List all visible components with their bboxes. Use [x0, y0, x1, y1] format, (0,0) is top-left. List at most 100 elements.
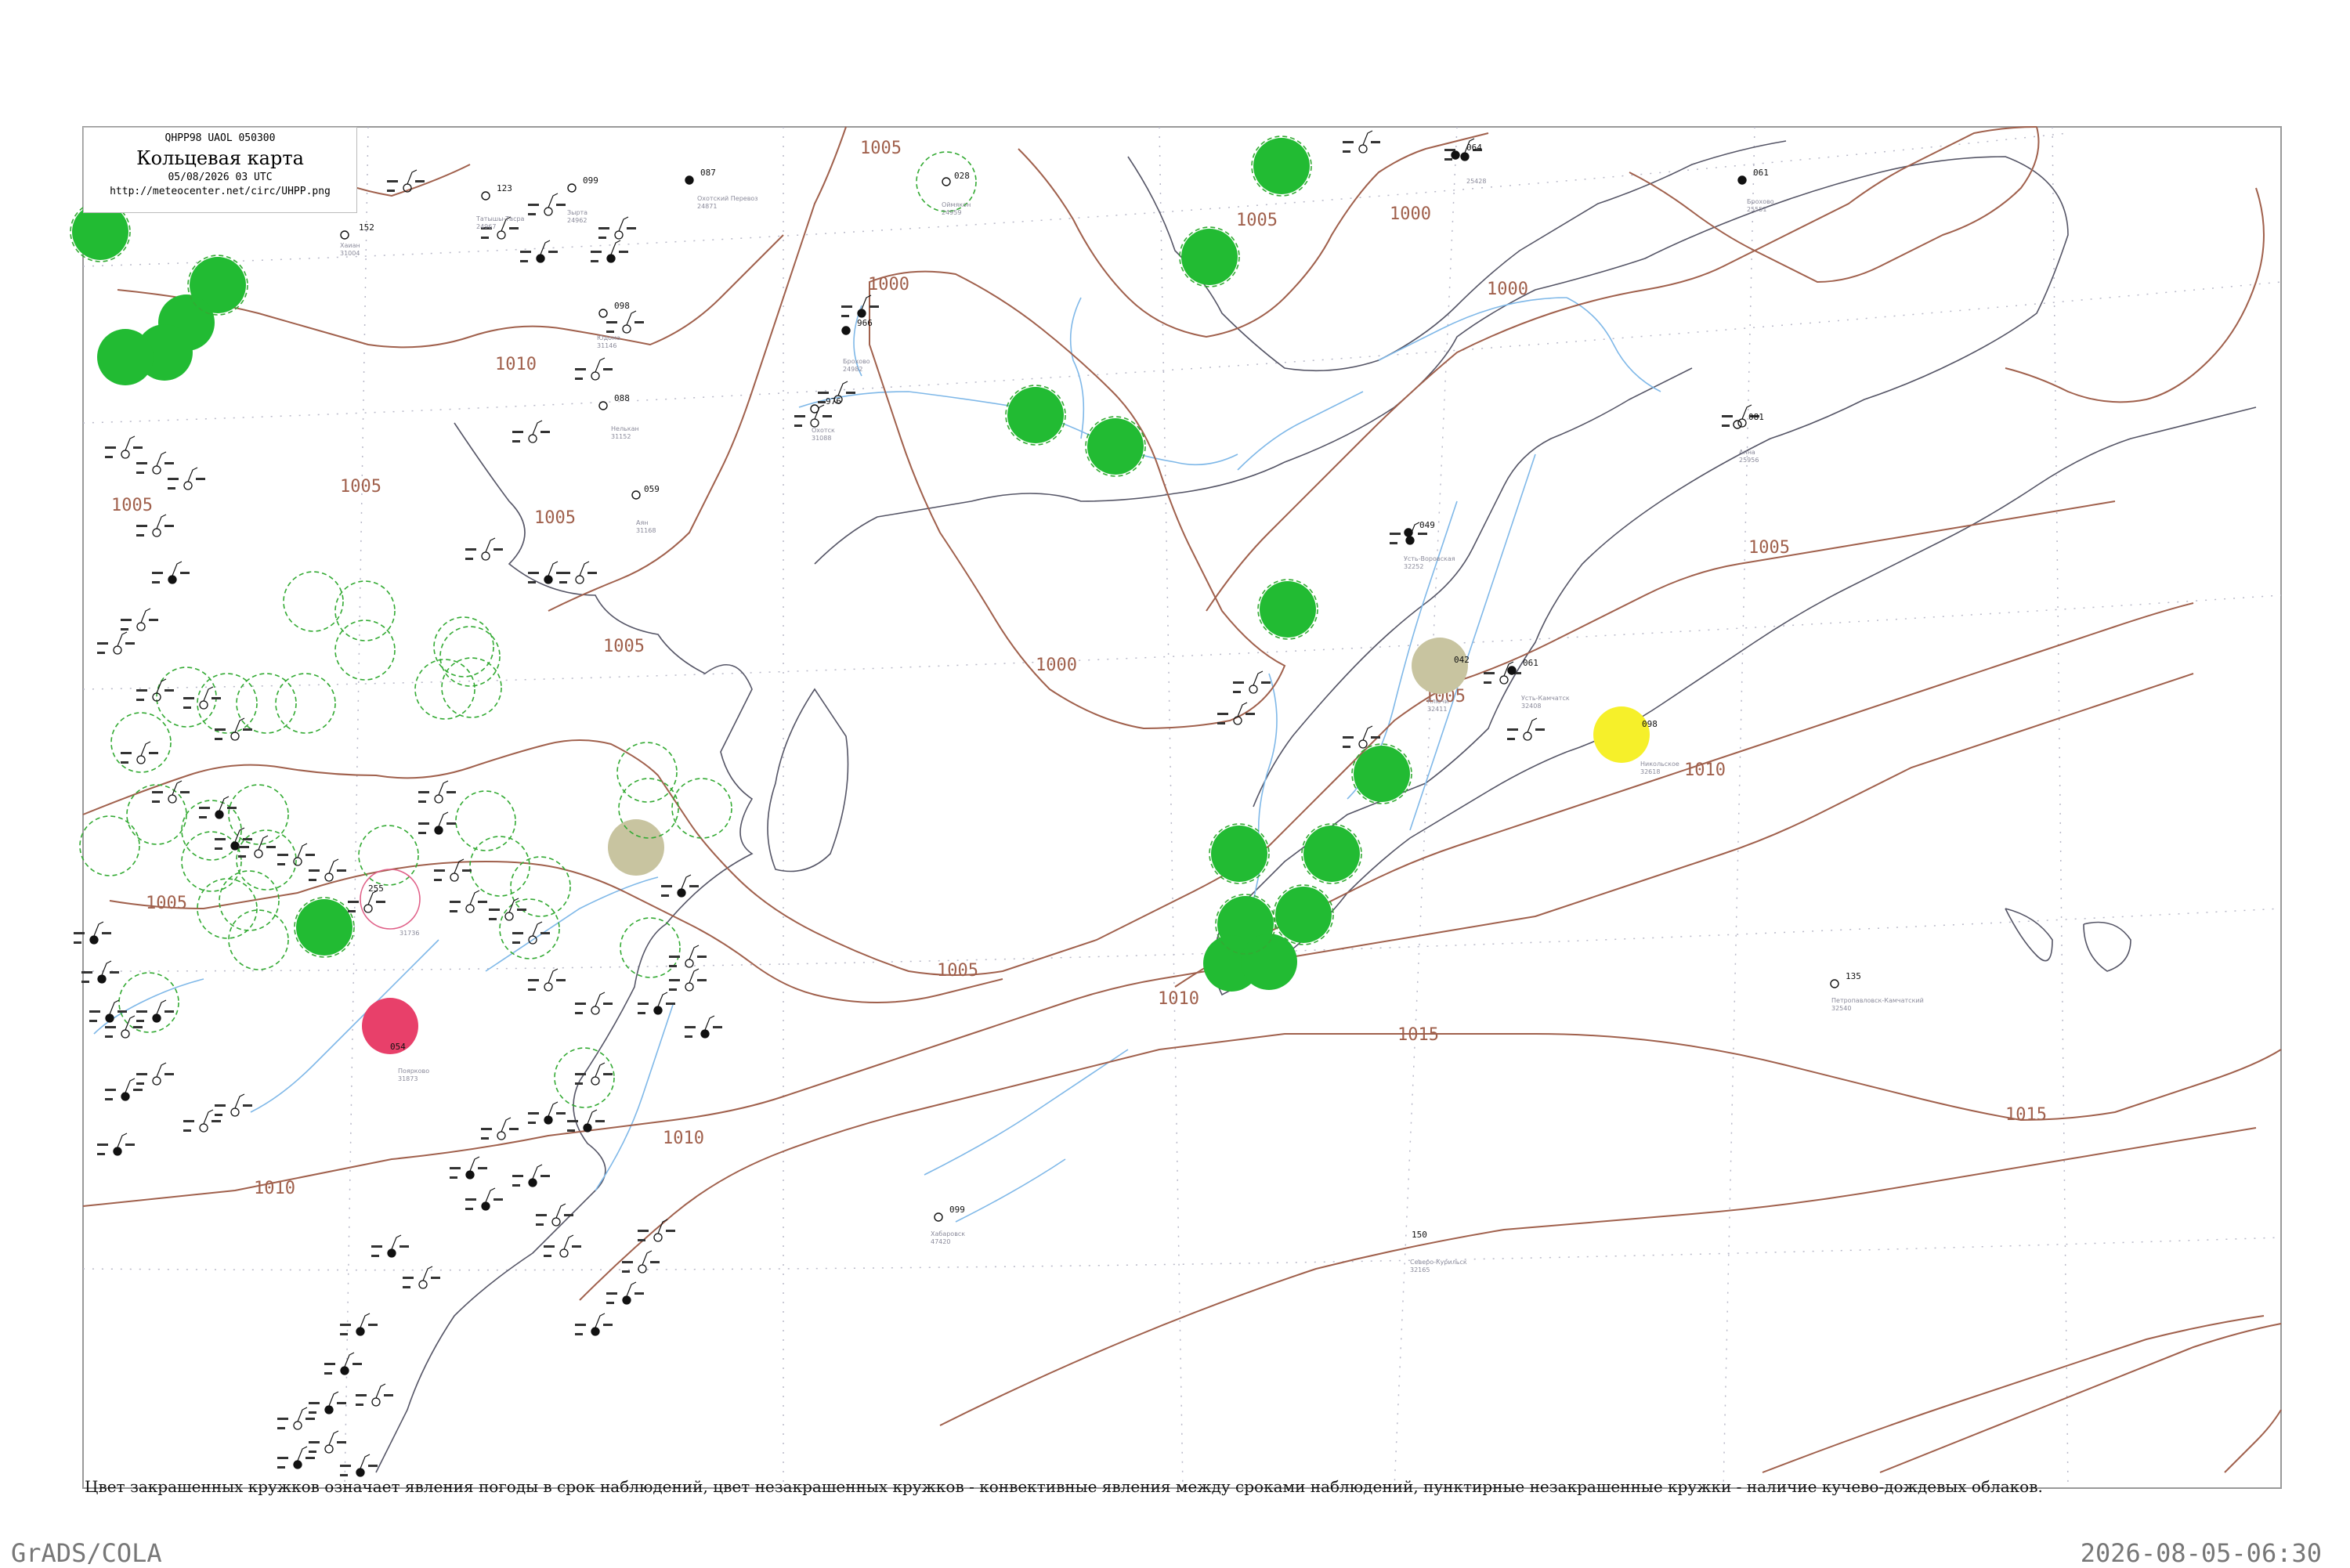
value-tick	[348, 901, 359, 903]
station-plot-glyph	[136, 1062, 174, 1086]
value-tick	[450, 901, 461, 903]
cumulonimbus-ring	[455, 790, 516, 851]
station-plot-glyph	[309, 858, 346, 882]
value-tick	[465, 558, 473, 560]
value-tick	[356, 1404, 363, 1406]
station-name: Охотский Перевоз	[697, 195, 758, 202]
value-tick	[164, 1073, 174, 1075]
station-plot-glyph	[1233, 670, 1271, 694]
value-tick	[598, 237, 606, 239]
value-tick	[1507, 738, 1515, 740]
value-tick	[1343, 746, 1350, 748]
cloud-cover-symbol	[528, 434, 537, 443]
value-tick	[136, 534, 144, 537]
value-tick	[517, 909, 526, 911]
cloud-cover-symbol	[152, 465, 161, 475]
value-tick	[478, 1167, 487, 1169]
value-tick	[536, 1223, 544, 1226]
value-tick	[528, 988, 536, 991]
cloud-cover-symbol	[1405, 536, 1415, 545]
station-plot-glyph	[324, 1352, 362, 1375]
value-tick	[371, 1245, 382, 1248]
cloud-cover-symbol	[1499, 675, 1509, 685]
value-tick	[243, 728, 252, 731]
station-plot-glyph	[528, 968, 566, 992]
value-tick	[512, 941, 520, 944]
value-tick	[794, 415, 805, 417]
value-tick	[512, 1175, 523, 1177]
isobar-label: 1005	[111, 496, 153, 515]
station-plot-glyph	[450, 1156, 487, 1180]
station-number: 24871	[697, 203, 717, 210]
station-plot-glyph	[1343, 725, 1380, 749]
value-tick	[277, 1457, 288, 1459]
weather-map: 1005 1005 1000 1000 1000 1010 1005 1005 …	[70, 126, 2282, 1489]
station-plot-glyph	[97, 1133, 135, 1156]
haze-circle	[1593, 706, 1650, 763]
value-tick	[591, 251, 602, 253]
station-pressure: 135	[1846, 971, 1861, 981]
value-tick	[575, 1073, 586, 1075]
value-tick	[450, 1176, 457, 1179]
station-plot-glyph	[387, 169, 425, 193]
value-tick	[489, 918, 497, 920]
station-marker: 054 Поярково 31873	[390, 1042, 429, 1082]
isobar-label: 1015	[2005, 1105, 2047, 1125]
value-tick	[567, 1120, 578, 1122]
value-tick	[689, 885, 699, 887]
value-tick	[149, 619, 158, 621]
value-tick	[556, 204, 566, 206]
value-tick	[376, 901, 385, 903]
value-tick	[666, 1003, 675, 1005]
station-marker: 064 25428	[1451, 143, 1486, 185]
isobar-label: 1010	[254, 1179, 295, 1198]
cloud-cover-symbol	[497, 1131, 506, 1140]
station-number: 25956	[1739, 457, 1759, 464]
value-tick	[1535, 728, 1545, 731]
station-plot-glyph	[575, 357, 613, 381]
cloud-cover-symbol	[356, 1327, 365, 1336]
value-tick	[575, 1003, 586, 1005]
value-tick	[634, 1292, 644, 1295]
value-tick	[309, 1411, 316, 1414]
station-plot-glyph	[598, 216, 636, 240]
station-plot-glyph	[841, 294, 879, 318]
cloud-cover-symbol	[528, 1178, 537, 1187]
station-marker: 059 Аян 31168	[631, 484, 660, 534]
value-tick	[575, 368, 586, 370]
station-circles	[70, 135, 1650, 1108]
cloud-cover-symbol	[293, 1460, 302, 1469]
cloud-cover-symbol	[121, 1029, 130, 1039]
station-plot-glyph	[575, 992, 613, 1015]
cloud-cover-symbol	[434, 794, 443, 804]
cloud-cover-symbol	[89, 935, 99, 945]
station-plot-glyph	[371, 1234, 409, 1258]
station-plot-glyph	[450, 890, 487, 913]
value-tick	[105, 1026, 116, 1028]
value-tick	[81, 981, 89, 983]
station-marker: 135 Петропавловск-Камчатский 32540	[1830, 971, 1924, 1012]
value-tick	[238, 846, 249, 848]
station-plot-glyph	[183, 1109, 221, 1133]
station-plot-glyph	[606, 1281, 644, 1305]
cloud-cover-symbol	[152, 1013, 161, 1023]
value-tick	[309, 869, 320, 872]
value-tick	[669, 956, 680, 958]
station-pressure: 150	[1412, 1230, 1427, 1240]
cloud-cover-symbol	[544, 575, 553, 584]
bulletin-code: QHPP98 UAOL 050300	[164, 132, 276, 144]
value-tick	[199, 807, 210, 809]
value-tick	[348, 910, 356, 912]
value-tick	[520, 260, 528, 262]
value-tick	[105, 456, 113, 458]
station-plot-glyph	[340, 1454, 378, 1477]
value-tick	[196, 478, 205, 480]
rain-circle	[1260, 581, 1316, 638]
value-tick	[465, 548, 476, 551]
value-tick	[528, 204, 539, 206]
station-marker: 152 Хаиан 31004	[340, 222, 374, 257]
value-tick	[540, 932, 550, 934]
value-tick	[136, 525, 147, 527]
source-url[interactable]: http://meteocenter.net/circ/UHPP.png	[84, 186, 356, 197]
rain-circle	[1211, 826, 1267, 882]
